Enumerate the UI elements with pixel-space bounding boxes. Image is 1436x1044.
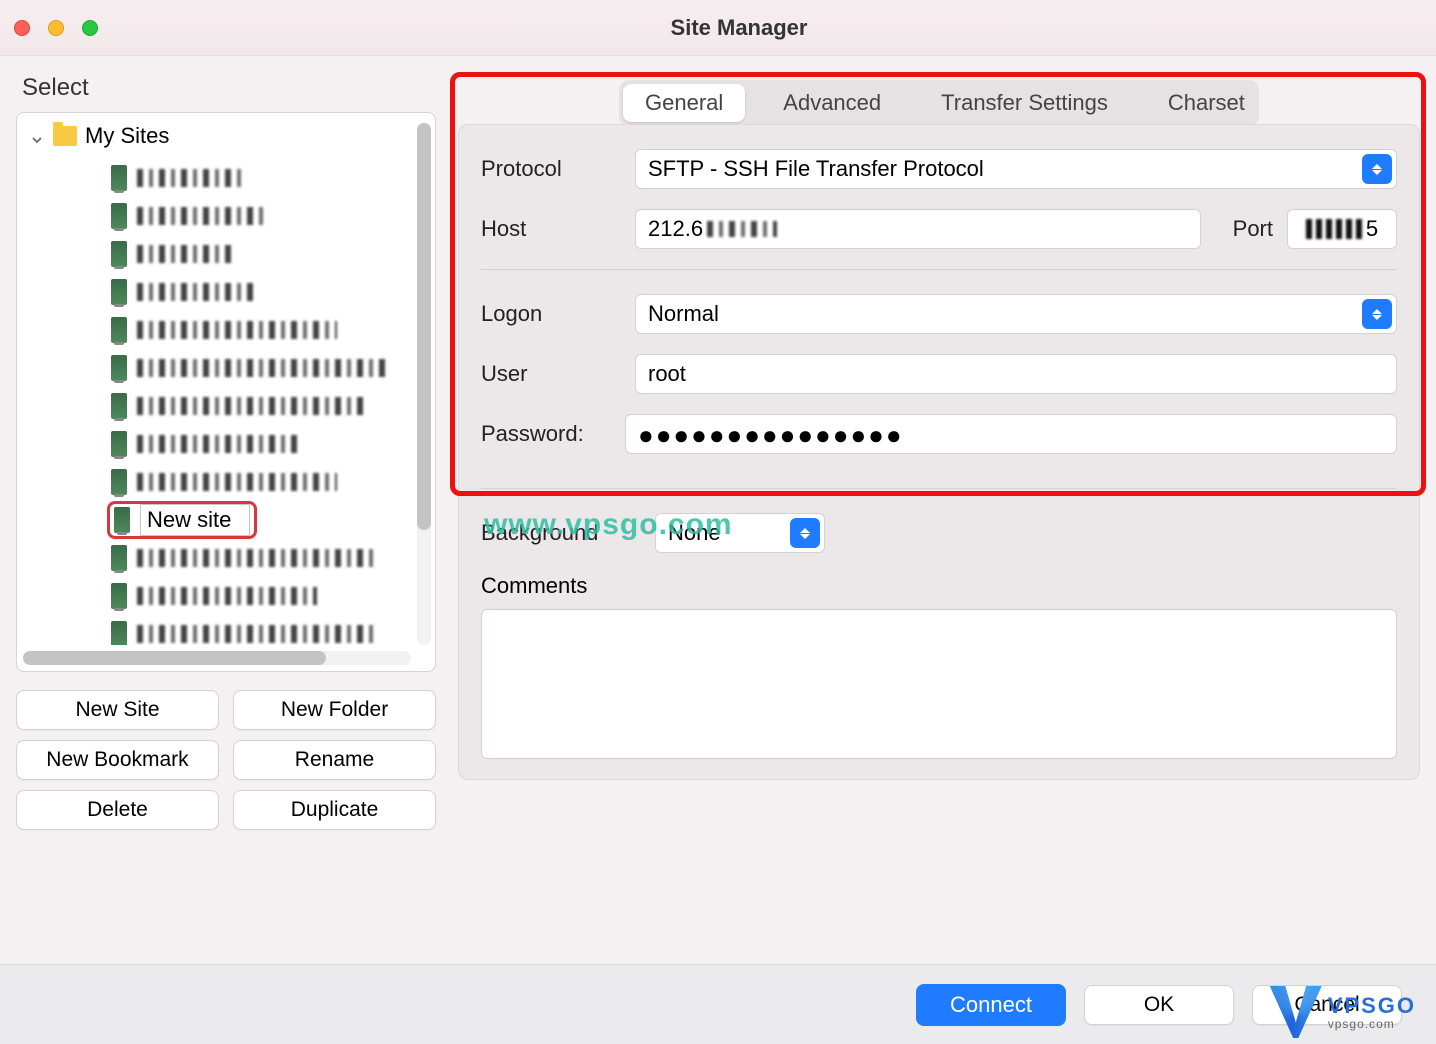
server-icon: [111, 393, 127, 419]
port-label: Port: [1233, 216, 1273, 242]
site-item[interactable]: [111, 539, 405, 577]
duplicate-button[interactable]: Duplicate: [233, 790, 436, 830]
server-icon: [111, 317, 127, 343]
server-icon: [111, 279, 127, 305]
logon-label: Logon: [481, 301, 621, 327]
titlebar: Site Manager: [0, 0, 1436, 56]
site-item[interactable]: [111, 159, 405, 197]
site-item[interactable]: [111, 273, 405, 311]
tab-charset[interactable]: Charset: [1146, 84, 1267, 122]
site-item[interactable]: [111, 387, 405, 425]
site-item[interactable]: [111, 577, 405, 615]
site-item[interactable]: [111, 349, 405, 387]
ok-button[interactable]: OK: [1084, 985, 1234, 1025]
protocol-value: SFTP - SSH File Transfer Protocol: [648, 156, 984, 182]
logon-value: Normal: [648, 301, 719, 327]
tab-general[interactable]: General: [623, 84, 745, 122]
server-icon: [111, 165, 127, 191]
port-input[interactable]: 5: [1287, 209, 1397, 249]
site-tree[interactable]: My Sites: [16, 112, 436, 672]
new-site-button[interactable]: New Site: [16, 690, 219, 730]
site-item[interactable]: [111, 311, 405, 349]
site-item-editing[interactable]: [107, 501, 257, 539]
select-label: Select: [22, 74, 436, 102]
updown-icon: [790, 518, 820, 548]
site-item[interactable]: [111, 425, 405, 463]
folder-icon: [53, 126, 77, 146]
horizontal-scrollbar[interactable]: [23, 651, 411, 665]
tab-bar: General Advanced Transfer Settings Chars…: [619, 80, 1259, 126]
server-icon: [111, 583, 127, 609]
server-icon: [114, 507, 130, 533]
password-label: Password:: [481, 421, 611, 447]
site-item[interactable]: [111, 235, 405, 273]
tab-advanced[interactable]: Advanced: [761, 84, 903, 122]
updown-icon: [1362, 154, 1392, 184]
new-bookmark-button[interactable]: New Bookmark: [16, 740, 219, 780]
watermark-text: www.vpsgo.com: [484, 508, 733, 542]
server-icon: [111, 621, 127, 645]
general-panel: Protocol SFTP - SSH File Transfer Protoc…: [458, 124, 1420, 780]
server-icon: [111, 203, 127, 229]
site-item[interactable]: [111, 463, 405, 501]
tree-root-label: My Sites: [85, 123, 169, 149]
chevron-down-icon[interactable]: [29, 128, 45, 144]
protocol-label: Protocol: [481, 156, 621, 182]
vertical-scrollbar[interactable]: [417, 123, 431, 645]
rename-input[interactable]: [140, 504, 250, 536]
site-item[interactable]: [111, 615, 405, 645]
site-item[interactable]: [111, 197, 405, 235]
zoom-window-button[interactable]: [82, 20, 98, 36]
server-icon: [111, 241, 127, 267]
server-icon: [111, 469, 127, 495]
comments-textarea[interactable]: [481, 609, 1397, 759]
logon-select[interactable]: Normal: [635, 294, 1397, 334]
host-input[interactable]: 212.6: [635, 209, 1201, 249]
server-icon: [111, 355, 127, 381]
minimize-window-button[interactable]: [48, 20, 64, 36]
tree-root-row[interactable]: My Sites: [25, 119, 405, 153]
window-title: Site Manager: [116, 15, 1422, 41]
close-window-button[interactable]: [14, 20, 30, 36]
cancel-button[interactable]: Cancel: [1252, 985, 1402, 1025]
tab-transfer-settings[interactable]: Transfer Settings: [919, 84, 1130, 122]
user-label: User: [481, 361, 621, 387]
protocol-select[interactable]: SFTP - SSH File Transfer Protocol: [635, 149, 1397, 189]
delete-button[interactable]: Delete: [16, 790, 219, 830]
server-icon: [111, 545, 127, 571]
updown-icon: [1362, 299, 1392, 329]
site-list: [111, 159, 405, 645]
password-input[interactable]: ●●●●●●●●●●●●●●●: [625, 414, 1397, 454]
connect-button[interactable]: Connect: [916, 984, 1066, 1026]
user-input[interactable]: root: [635, 354, 1397, 394]
host-label: Host: [481, 216, 621, 242]
server-icon: [111, 431, 127, 457]
rename-button[interactable]: Rename: [233, 740, 436, 780]
comments-label: Comments: [481, 573, 1397, 599]
dialog-footer: Connect OK Cancel: [0, 964, 1436, 1044]
new-folder-button[interactable]: New Folder: [233, 690, 436, 730]
